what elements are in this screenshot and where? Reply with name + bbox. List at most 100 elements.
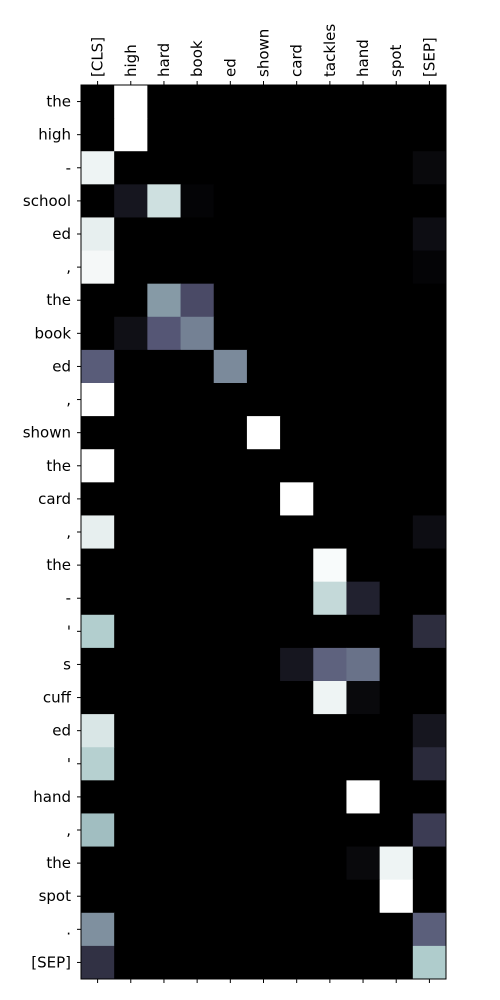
heatmap-cell	[346, 449, 381, 483]
heatmap-cell	[81, 85, 115, 119]
heatmap-cell	[81, 184, 115, 218]
heatmap-cell	[180, 118, 215, 152]
heatmap-cell	[379, 118, 414, 152]
heatmap-cell	[346, 581, 381, 616]
y-tick-label: the	[46, 457, 71, 475]
heatmap-cell	[81, 813, 115, 848]
x-tick-label: card	[288, 44, 306, 77]
heatmap-cell	[280, 316, 314, 351]
heatmap-cell	[280, 813, 314, 848]
heatmap-cell	[147, 780, 182, 814]
heatmap-cell	[280, 151, 314, 185]
heatmap-cell	[213, 614, 248, 649]
heatmap-cell	[180, 316, 215, 351]
heatmap-cell	[346, 416, 381, 450]
heatmap-cell	[180, 581, 215, 616]
heatmap-cell	[147, 912, 182, 947]
heatmap-cell	[213, 912, 248, 947]
heatmap-cell	[81, 548, 115, 583]
heatmap-cell	[246, 349, 281, 384]
heatmap-cell	[147, 681, 182, 715]
heatmap-cell	[147, 316, 182, 351]
y-tick-label: high	[38, 126, 71, 144]
heatmap-cell	[246, 416, 281, 450]
heatmap-cell	[246, 945, 281, 980]
heatmap-cell	[379, 548, 414, 583]
heatmap-cell	[147, 548, 182, 583]
heatmap-cell	[280, 217, 314, 252]
heatmap-cell	[346, 681, 381, 715]
heatmap-cell	[147, 85, 182, 119]
heatmap-cell	[346, 647, 381, 682]
heatmap-cell	[180, 614, 215, 649]
heatmap-cell	[114, 879, 148, 914]
heatmap-cell	[180, 283, 215, 318]
heatmap-cell	[81, 316, 115, 351]
heatmap-cell	[346, 349, 381, 384]
heatmap-cell	[180, 681, 215, 715]
heatmap-cell	[280, 482, 314, 516]
heatmap-cell	[280, 780, 314, 814]
heatmap-cell	[346, 780, 381, 814]
heatmap-cell	[379, 349, 414, 384]
heatmap-cell	[114, 912, 148, 947]
heatmap-cell	[246, 316, 281, 351]
heatmap-cell	[213, 316, 248, 351]
heatmap-cell	[213, 681, 248, 715]
heatmap-cell	[313, 879, 347, 914]
heatmap-cell	[246, 548, 281, 583]
heatmap-cell	[246, 383, 281, 417]
heatmap-cell	[180, 912, 215, 947]
heatmap-cell	[180, 548, 215, 583]
heatmap-cell	[114, 846, 148, 881]
y-tick-label: '	[67, 622, 71, 640]
heatmap-cell	[246, 250, 281, 285]
heatmap-cell	[346, 217, 381, 252]
x-tick-label: tackles	[321, 24, 339, 77]
heatmap-cell	[379, 581, 414, 616]
heatmap-cell	[213, 217, 248, 252]
heatmap-cell	[313, 250, 347, 285]
attention-heatmap: [CLS] high hard book ed shown card tackles hand s…	[23, 24, 447, 983]
heatmap-cell	[280, 548, 314, 583]
heatmap-cell	[313, 515, 347, 550]
heatmap-cell	[280, 912, 314, 947]
heatmap-cell	[114, 217, 148, 252]
heatmap-cell	[114, 813, 148, 848]
heatmap-cell	[213, 879, 248, 914]
heatmap-cell	[147, 813, 182, 848]
heatmap-cell	[180, 184, 215, 218]
heatmap-cell	[280, 647, 314, 682]
heatmap-cell	[213, 449, 248, 483]
heatmap-cell	[346, 548, 381, 583]
y-tick-label: school	[23, 192, 71, 210]
heatmap-cell	[114, 647, 148, 682]
heatmap-cell	[379, 614, 414, 649]
heatmap-cell	[114, 945, 148, 980]
heatmap-cell	[280, 714, 314, 748]
heatmap-cell	[313, 581, 347, 616]
heatmap-cell	[147, 449, 182, 483]
heatmap-cell	[147, 879, 182, 914]
heatmap-cell	[213, 416, 248, 450]
heatmap-cell	[379, 85, 414, 119]
y-tick-label: s	[63, 655, 71, 673]
heatmap-cell	[147, 250, 182, 285]
y-tick-label: hand	[33, 788, 71, 806]
heatmap-cell	[313, 416, 347, 450]
heatmap-cell	[346, 813, 381, 848]
y-tick-label: the	[46, 854, 71, 872]
heatmap-cell	[379, 647, 414, 682]
heatmap-cell	[114, 449, 148, 483]
heatmap-cell	[313, 714, 347, 748]
y-tick-label: book	[34, 324, 71, 342]
heatmap-cell	[213, 747, 248, 781]
x-tick-label: high	[122, 44, 140, 77]
heatmap-cell	[180, 647, 215, 682]
heatmap-cell	[313, 85, 347, 119]
heatmap-cell	[246, 581, 281, 616]
heatmap-cell	[280, 449, 314, 483]
heatmap-cell	[114, 482, 148, 516]
heatmap-cell	[114, 283, 148, 318]
heatmap-cell	[280, 383, 314, 417]
